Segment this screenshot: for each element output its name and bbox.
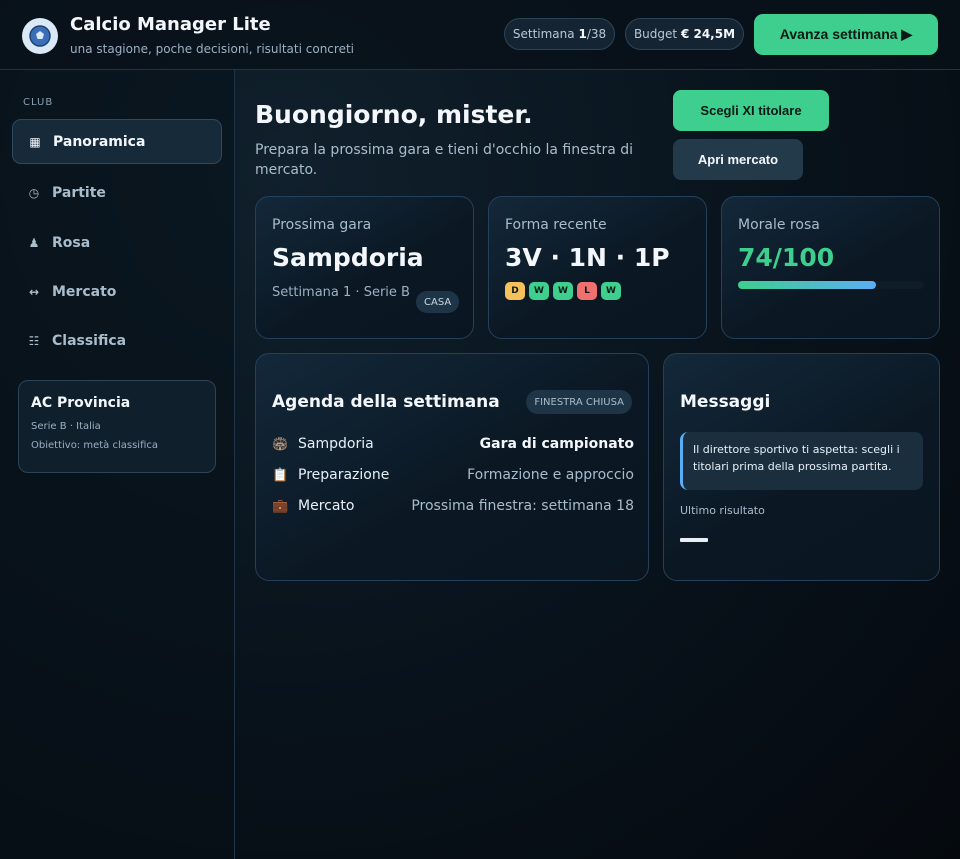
page-subtitle: Prepara la prossima gara e tieni d'occhi… [255, 142, 634, 178]
agenda-card: Agenda della settimana FINESTRA CHIUSA 🏟… [255, 353, 649, 581]
agenda-row-label: Mercato [298, 498, 355, 514]
club-league: Serie B · Italia [31, 421, 101, 432]
list-icon: ☷ [28, 333, 40, 348]
recent-form-card: Forma recente 3V · 1N · 1P D W W L W [488, 196, 707, 339]
top-bar: Calcio Manager Lite una stagione, poche … [0, 0, 960, 70]
next-match-opponent: Sampdoria [272, 243, 424, 272]
club-objective: Obiettivo: metà classifica [31, 440, 159, 451]
soccer-ball-icon [22, 18, 58, 54]
app-subtitle: una stagione, poche decisioni, risultati… [70, 42, 354, 56]
recent-form-label: Forma recente [505, 217, 607, 233]
stadium-icon: 🏟 [272, 436, 289, 452]
sidebar-section-label: CLUB [23, 97, 54, 108]
morale-bar-fill [738, 281, 876, 289]
budget-indicator: Budget € 24,5M [625, 18, 744, 50]
form-result-chip: D [505, 282, 525, 300]
messages-card: Messaggi Il direttore sportivo ti aspett… [663, 353, 940, 581]
sidebar-item-panoramica[interactable]: ▦ Panoramica [12, 119, 222, 164]
agenda-row-value: Prossima finestra: settimana 18 [411, 498, 634, 514]
grid-icon: ▦ [29, 134, 41, 149]
choose-xi-button[interactable]: Scegli XI titolare [673, 90, 829, 131]
last-result-label: Ultimo risultato [680, 504, 765, 517]
agenda-row: 💼 Mercato Prossima finestra: settimana 1… [272, 494, 634, 518]
morale-label: Morale rosa [738, 217, 820, 233]
club-name: AC Provincia [31, 395, 131, 411]
form-result-chip: W [529, 282, 549, 300]
clipboard-icon: 📋 [272, 467, 289, 483]
form-result-chip: W [601, 282, 621, 300]
open-market-button[interactable]: Apri mercato [673, 139, 803, 180]
clock-icon: ◷ [28, 185, 40, 200]
transfer-arrows-icon: ↔ [28, 284, 40, 299]
message-item: Il direttore sportivo ti aspetta: scegli… [680, 432, 923, 490]
sidebar-item-label: Classifica [52, 332, 127, 349]
sidebar-item-label: Mercato [52, 283, 117, 300]
app-title: Calcio Manager Lite [70, 14, 271, 35]
venue-badge: CASA [416, 291, 460, 313]
week-total: /38 [586, 27, 607, 41]
sidebar-item-rosa[interactable]: ♟ Rosa [12, 220, 222, 265]
form-results: D W W L W [505, 282, 621, 300]
sidebar: CLUB ▦ Panoramica ◷ Partite ♟ Rosa ↔ Mer… [0, 70, 235, 859]
morale-card: Morale rosa 74/100 [721, 196, 940, 339]
advance-week-button[interactable]: Avanza settimana ▶ [754, 14, 938, 55]
sidebar-item-mercato[interactable]: ↔ Mercato [12, 269, 222, 314]
agenda-title: Agenda della settimana [272, 392, 500, 412]
agenda-row-label: Sampdoria [298, 436, 374, 452]
agenda-row: 📋 Preparazione Formazione e approccio [272, 463, 634, 487]
agenda-row-label: Preparazione [298, 467, 390, 483]
last-result-value: — [680, 538, 708, 542]
budget-value: € 24,5M [680, 27, 736, 41]
morale-bar [738, 281, 924, 289]
briefcase-icon: 💼 [272, 498, 289, 514]
sidebar-item-label: Partite [52, 184, 106, 201]
agenda-row-value: Gara di campionato [479, 436, 634, 452]
person-icon: ♟ [28, 235, 40, 250]
recent-form-summary: 3V · 1N · 1P [505, 243, 670, 272]
morale-value: 74/100 [738, 243, 835, 272]
form-result-chip: W [553, 282, 573, 300]
agenda-row: 🏟 Sampdoria Gara di campionato [272, 432, 634, 456]
budget-label: Budget [633, 27, 678, 41]
sidebar-item-classifica[interactable]: ☷ Classifica [12, 318, 222, 363]
week-indicator: Settimana 1/38 [504, 18, 615, 50]
agenda-row-value: Formazione e approccio [467, 467, 634, 483]
window-status-badge: FINESTRA CHIUSA [526, 390, 632, 414]
next-match-label: Prossima gara [272, 217, 372, 233]
week-label: Settimana [512, 27, 575, 41]
next-match-card: Prossima gara Sampdoria Settimana 1 · Se… [255, 196, 474, 339]
next-match-meta: Settimana 1 · Serie B [272, 285, 410, 300]
sidebar-item-label: Panoramica [53, 133, 146, 150]
sidebar-item-label: Rosa [52, 234, 91, 251]
messages-title: Messaggi [680, 392, 771, 412]
form-result-chip: L [577, 282, 597, 300]
week-current: 1 [578, 27, 587, 41]
club-card: AC Provincia Serie B · Italia Obiettivo:… [18, 380, 216, 473]
sidebar-item-partite[interactable]: ◷ Partite [12, 170, 222, 215]
page-title: Buongiorno, mister. [255, 100, 533, 129]
